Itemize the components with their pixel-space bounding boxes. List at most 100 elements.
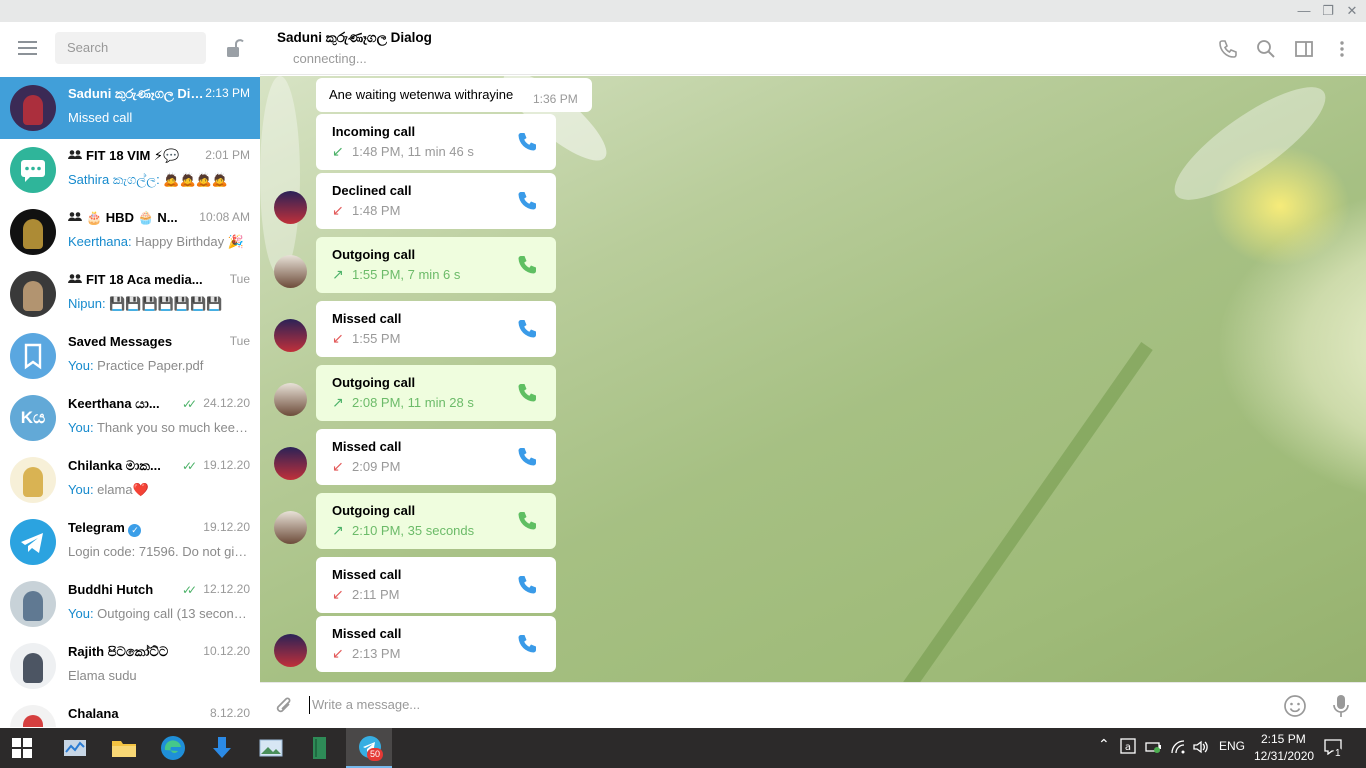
chat-preview-text: Login code: 71596. Do not give this code — [68, 544, 248, 559]
call-title: Missed call — [332, 311, 402, 326]
chat-preview-sender: Nipun: — [68, 296, 106, 311]
message-area[interactable]: Ane waiting wetenwa withrayine 1:36 PM I… — [260, 76, 1366, 682]
call-back-icon[interactable] — [516, 189, 540, 213]
peer-name[interactable]: Saduni කුරුණෑගල Dialog — [277, 30, 432, 46]
chat-item[interactable]: Saved Messages Tue You: Practice Paper.pdf — [0, 325, 260, 387]
chat-item[interactable]: FIT 18 Aca media... Tue Nipun: 💾💾💾💾💾💾💾 — [0, 263, 260, 325]
amazon-assistant-icon[interactable]: a — [1120, 738, 1136, 754]
chat-item[interactable]: Chalana 8.12.20 — [0, 697, 260, 727]
sender-avatar[interactable] — [274, 255, 307, 288]
call-message[interactable]: Incoming call ↙ 1:48 PM, 11 min 46 s — [316, 114, 556, 170]
close-button[interactable]: ✕ — [1340, 0, 1364, 22]
wallpaper-petal — [260, 76, 300, 276]
chat-item[interactable]: Telegram ✓ 19.12.20 Login code: 71596. Do … — [0, 511, 260, 573]
chat-name: 🎂 HBD 🧁 N... — [68, 210, 208, 226]
telegram-taskbar-button[interactable]: 50 — [346, 728, 392, 768]
volume-icon[interactable] — [1192, 739, 1210, 755]
chat-preview: Nipun: 💾💾💾💾💾💾💾 — [68, 296, 248, 312]
wallpaper-petal — [1354, 321, 1366, 491]
minimize-button[interactable]: — — [1292, 0, 1316, 22]
chat-item[interactable]: Rajith පිටකෝට්ට 10.12.20 Elama sudu — [0, 635, 260, 697]
search-input[interactable]: Search — [55, 32, 206, 64]
call-message[interactable]: Outgoing call ↗ 2:08 PM, 11 min 28 s — [316, 365, 556, 421]
avatar — [10, 333, 56, 379]
avatar-photo — [23, 653, 43, 683]
chevron-up-icon[interactable]: ⌃ — [1098, 736, 1110, 753]
more-options-icon[interactable] — [1332, 39, 1352, 59]
call-back-icon[interactable] — [516, 130, 540, 154]
chat-item[interactable]: Chilanka මාක... ✓✓ 19.12.20 You: elama❤️ — [0, 449, 260, 511]
sender-avatar[interactable] — [274, 511, 307, 544]
call-back-icon[interactable] — [516, 509, 540, 533]
call-message[interactable]: Missed call ↙ 2:13 PM — [316, 616, 556, 672]
microphone-icon[interactable] — [1332, 694, 1350, 718]
message-input[interactable]: Write a message... — [312, 697, 420, 712]
battery-icon[interactable] — [1145, 740, 1163, 754]
chat-preview-text: Happy Birthday 🎉 — [131, 234, 244, 249]
chat-preview-text: Thank you so much keerthana — [96, 420, 248, 435]
phone-icon[interactable] — [1218, 39, 1238, 59]
chat-name: Saved Messages — [68, 334, 208, 349]
sender-avatar[interactable] — [274, 634, 307, 667]
search-icon[interactable] — [1256, 39, 1276, 59]
chat-preview-sender: Sathira කැගල්ල: — [68, 172, 160, 187]
sidebar-toggle-icon[interactable] — [1294, 39, 1314, 59]
group-icon — [68, 274, 82, 283]
chat-name-text: Chilanka මාක... — [68, 458, 161, 473]
download-manager-icon[interactable] — [208, 734, 236, 762]
call-back-icon[interactable] — [516, 381, 540, 405]
emoji-icon[interactable] — [1283, 694, 1307, 718]
call-meta: 2:08 PM, 11 min 28 s — [352, 395, 474, 410]
chat-item[interactable]: Kය Keerthana යා... ✓✓ 24.12.20 You: Thank yo… — [0, 387, 260, 449]
chat-time: 2:01 PM — [205, 148, 250, 162]
double-check-icon: ✓✓ — [182, 459, 197, 473]
chat-name-text: Rajith පිටකෝට්ට — [68, 644, 169, 659]
photos-icon[interactable] — [257, 734, 285, 762]
maximize-button[interactable]: ❐ — [1316, 0, 1340, 22]
chat-preview: Missed call — [68, 110, 248, 125]
sender-avatar[interactable] — [274, 191, 307, 224]
chat-bubble-icon — [21, 160, 45, 182]
file-explorer-icon[interactable] — [110, 734, 138, 762]
call-meta: 1:55 PM — [352, 331, 401, 346]
avatar — [10, 85, 56, 131]
call-message[interactable]: Outgoing call ↗ 2:10 PM, 35 seconds — [316, 493, 556, 549]
message-text: Ane waiting wetenwa withrayine — [329, 87, 514, 102]
language-indicator[interactable]: ENG — [1219, 739, 1245, 753]
call-message[interactable]: Missed call ↙ 2:09 PM — [316, 429, 556, 485]
chat-name-text: Saduni කුරුණෑගල Dialog — [68, 86, 208, 101]
chat-item[interactable]: Buddhi Hutch ✓✓ 12.12.20 You: Outgoing call… — [0, 573, 260, 635]
chat-name-text: Saved Messages — [68, 334, 173, 349]
chat-item[interactable]: 🎂 HBD 🧁 N... 10:08 AM Keerthana: Happy Bir… — [0, 201, 260, 263]
task-manager-icon[interactable] — [61, 734, 89, 762]
edge-browser-icon[interactable] — [159, 734, 187, 762]
clock-time[interactable]: 2:15 PM — [1261, 732, 1306, 746]
sender-avatar[interactable] — [274, 447, 307, 480]
call-back-icon[interactable] — [516, 317, 540, 341]
attach-icon[interactable] — [274, 695, 294, 717]
call-back-icon[interactable] — [516, 445, 540, 469]
chat-item[interactable]: FIT 18 VIM ⚡💬 2:01 PM Sathira කැගල්ල: 🙇🙇🙇🙇 — [0, 139, 260, 201]
sender-avatar[interactable] — [274, 383, 307, 416]
call-back-icon[interactable] — [516, 632, 540, 656]
clock-date[interactable]: 12/31/2020 — [1254, 749, 1314, 763]
call-back-icon[interactable] — [516, 253, 540, 277]
windows-taskbar: 50 ⌃ a ENG 2:15 PM 12/31/2020 1 — [0, 728, 1366, 768]
wifi-icon[interactable] — [1170, 739, 1186, 755]
call-message[interactable]: Declined call ↙ 1:48 PM — [316, 173, 556, 229]
menu-icon[interactable] — [18, 41, 37, 55]
call-back-icon[interactable] — [516, 573, 540, 597]
call-message[interactable]: Missed call ↙ 2:11 PM — [316, 557, 556, 613]
windows-start-icon[interactable] — [12, 738, 32, 758]
sumatra-book-icon[interactable] — [306, 734, 334, 762]
call-message[interactable]: Outgoing call ↗ 1:55 PM, 7 min 6 s — [316, 237, 556, 293]
chat-name-text: Buddhi Hutch — [68, 582, 154, 597]
sidebar-header: Search — [0, 22, 260, 77]
text-message[interactable]: Ane waiting wetenwa withrayine 1:36 PM — [316, 78, 592, 112]
peer-status: connecting... — [293, 51, 367, 66]
unlock-icon[interactable] — [226, 38, 244, 58]
chat-name-text: FIT 18 VIM ⚡💬 — [86, 148, 180, 163]
chat-item[interactable]: Saduni කුරුණෑගල Dialog 2:13 PM Missed call — [0, 77, 260, 139]
sender-avatar[interactable] — [274, 319, 307, 352]
call-message[interactable]: Missed call ↙ 1:55 PM — [316, 301, 556, 357]
